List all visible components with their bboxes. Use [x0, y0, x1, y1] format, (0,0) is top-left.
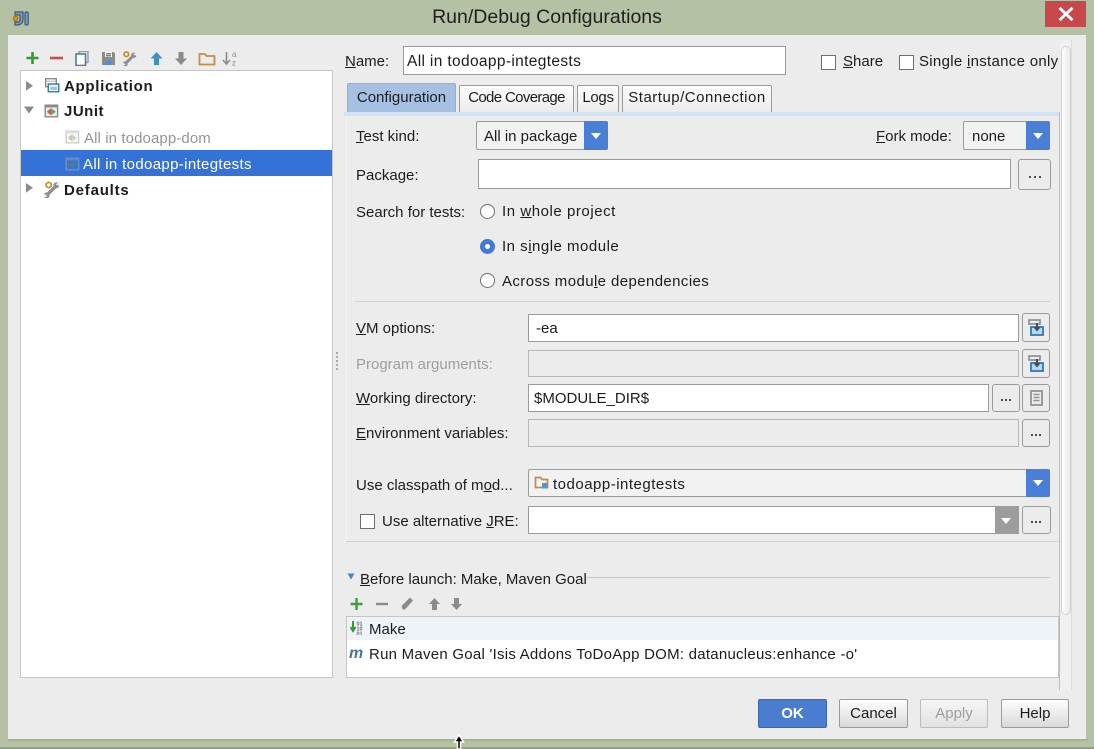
svg-text:z: z [232, 59, 236, 67]
svg-text:01: 01 [357, 631, 363, 635]
